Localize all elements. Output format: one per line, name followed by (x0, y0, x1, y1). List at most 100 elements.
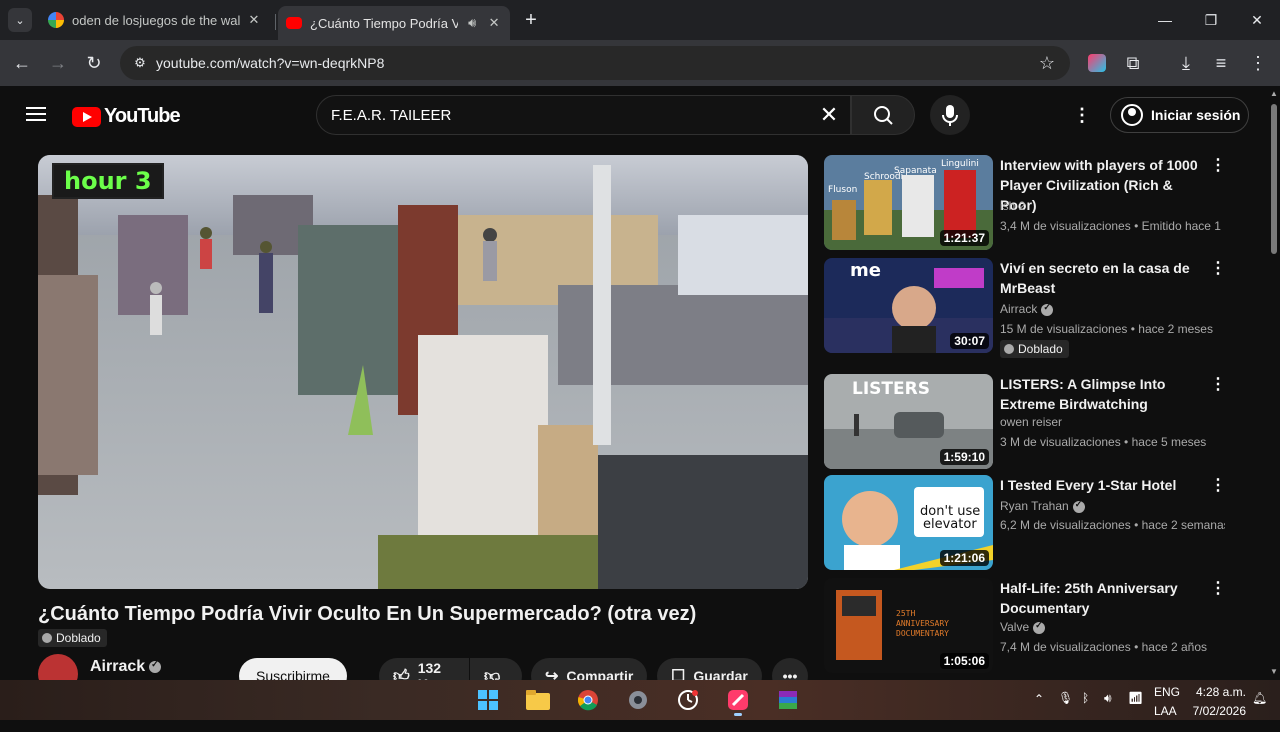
signin-button[interactable]: Iniciar sesión (1110, 97, 1249, 133)
recommendation-channel[interactable]: Valve (1000, 620, 1046, 634)
minimize-icon[interactable]: — (1150, 8, 1180, 32)
language-indicator[interactable]: ENG LAA (1154, 685, 1184, 725)
svg-text:LISTERS: LISTERS (852, 379, 930, 399)
recommendation-item[interactable]: don't use elevator 1:21:06 I Tested Ever… (824, 475, 1244, 571)
recommendation-title[interactable]: I Tested Every 1-Star Hotel (1000, 475, 1210, 495)
svg-text:Sapanata: Sapanata (894, 166, 937, 176)
duration-badge: 1:21:06 (939, 550, 989, 566)
bluetooth-icon[interactable]: ᛒ (1082, 691, 1096, 731)
video-title: ¿Cuánto Tiempo Podría Vivir Oculto En Un… (38, 603, 697, 625)
tab-title: oden de losjuegos de the walking (72, 12, 240, 28)
speaker-icon[interactable]: 🔊︎ (464, 15, 480, 31)
close-window-icon[interactable]: ✕ (1242, 8, 1272, 32)
voice-search-button[interactable] (930, 95, 970, 135)
settings-more-icon[interactable]: ⋮ (1070, 103, 1094, 127)
more-options-icon[interactable]: ⋮ (1210, 580, 1226, 600)
tab-search-button[interactable]: ⌄ (8, 8, 32, 32)
extension-app-icon[interactable] (1083, 49, 1111, 77)
dubbed-voice-icon (42, 633, 52, 643)
clear-search-icon[interactable]: ✕ (816, 102, 842, 128)
tab-title: ¿Cuánto Tiempo Podría Vivir (310, 15, 459, 31)
tray-mic-icon[interactable]: 🎙︎ (1058, 691, 1073, 731)
clock-app-icon[interactable] (672, 684, 704, 716)
scroll-down-icon[interactable]: ▼ (1270, 668, 1278, 676)
wifi-icon[interactable]: 📶︎ (1128, 691, 1146, 731)
svg-text:25TH: 25TH (896, 609, 915, 618)
scroll-up-icon[interactable]: ▲ (1270, 90, 1278, 98)
recommendation-item[interactable]: 25TH ANNIVERSARY DOCUMENTARY 1:05:06 Hal… (824, 578, 1244, 674)
recommendation-channel[interactable]: ish 2 (1000, 199, 1025, 213)
video-player[interactable]: hour 3 (38, 155, 808, 589)
recommendation-title[interactable]: Half-Life: 25th Anniversary Documentary (1000, 578, 1210, 618)
address-bar[interactable]: ⚙︎ youtube.com/watch?v=wn-deqrkNP8 ☆ (120, 46, 1070, 80)
browser-menu-icon[interactable]: ⋮ (1244, 49, 1272, 77)
thumbnail[interactable]: LISTERS 1:59:10 (824, 374, 993, 469)
recommendation-title[interactable]: LISTERS: A Glimpse Into Extreme Birdwatc… (1000, 374, 1210, 414)
signin-label: Iniciar sesión (1151, 107, 1241, 123)
recommendation-channel[interactable]: Ryan Trahan (1000, 499, 1085, 513)
volume-icon[interactable]: 🔊︎ (1104, 691, 1122, 731)
chrome-icon[interactable] (572, 684, 604, 716)
extensions-puzzle-icon[interactable]: ⧉ (1119, 49, 1147, 77)
forward-icon[interactable]: → (44, 49, 72, 77)
download-icon[interactable]: ⤓ (1172, 49, 1200, 77)
youtube-header: YouTube F.E.A.R. TAILEER ✕ ⋮ Iniciar ses… (0, 86, 1268, 144)
tab-youtube-video[interactable]: ¿Cuánto Tiempo Podría Vivir 🔊︎ ✕ (278, 6, 510, 40)
hamburger-menu-icon[interactable] (24, 103, 48, 127)
tab-walking-dead[interactable]: oden de losjuegos de the walking ✕ (40, 6, 270, 34)
youtube-logo[interactable]: YouTube (72, 105, 181, 128)
clock[interactable]: 4:28 a.m. 7/02/2026 (1188, 685, 1246, 725)
search-field[interactable]: F.E.A.R. TAILEER ✕ (316, 95, 851, 135)
duration-badge: 1:21:37 (939, 230, 989, 246)
active-app-icon[interactable] (722, 684, 754, 716)
thumbnail[interactable]: Lingulini Schroodi Sapanata Fluson 1:21:… (824, 155, 993, 250)
thumbnail[interactable]: 25TH ANNIVERSARY DOCUMENTARY 1:05:06 (824, 578, 993, 673)
close-tab-icon[interactable]: ✕ (486, 15, 502, 31)
verified-icon (1033, 620, 1046, 634)
reload-icon[interactable]: ↻ (80, 49, 108, 77)
more-options-icon[interactable]: ⋮ (1210, 157, 1226, 177)
recommendation-item[interactable]: me 30:07 Viví en secreto en la casa de M… (824, 258, 1244, 358)
site-info-icon[interactable]: ⚙︎ (128, 51, 152, 75)
recommendation-channel[interactable]: owen reiser (1000, 415, 1062, 429)
recommendation-item[interactable]: Lingulini Schroodi Sapanata Fluson 1:21:… (824, 155, 1244, 251)
new-tab-button[interactable]: + (520, 8, 542, 32)
windows-start-icon[interactable] (472, 684, 504, 716)
file-explorer-icon[interactable] (522, 684, 554, 716)
close-tab-icon[interactable]: ✕ (246, 12, 262, 28)
dubbed-badge: Doblado (1000, 340, 1069, 358)
browser-tab-strip: ⌄ oden de losjuegos de the walking ✕ ¿Cu… (0, 0, 1280, 40)
tray-overflow-icon[interactable]: ⌃ (1034, 692, 1048, 732)
winrar-icon[interactable] (772, 684, 804, 716)
thumbnail[interactable]: me 30:07 (824, 258, 993, 353)
recommendation-title[interactable]: Viví en secreto en la casa de MrBeast (1000, 258, 1210, 298)
youtube-icon (286, 17, 302, 29)
svg-text:elevator: elevator (923, 517, 977, 532)
settings-gear-icon[interactable] (622, 684, 654, 716)
channel-name[interactable]: Airrack (90, 658, 162, 676)
page-scrollbar[interactable]: ▲ ▼ (1268, 86, 1280, 680)
browser-toolbar: ← → ↻ ⚙︎ youtube.com/watch?v=wn-deqrkNP8… (0, 40, 1280, 86)
scrollbar-thumb[interactable] (1271, 104, 1277, 254)
search-button[interactable] (851, 95, 915, 135)
notification-bell-icon[interactable]: 🔔︎ (1252, 691, 1267, 731)
recommendation-title[interactable]: Interview with players of 1000 Player Ci… (1000, 155, 1210, 215)
recommendation-meta: 6,2 M de visualizaciones • hace 2 semana… (1000, 518, 1225, 532)
media-control-icon[interactable]: ≡ (1207, 49, 1235, 77)
more-options-icon[interactable]: ⋮ (1210, 376, 1226, 396)
url-text[interactable]: youtube.com/watch?v=wn-deqrkNP8 (156, 55, 384, 71)
search-input[interactable]: F.E.A.R. TAILEER (331, 107, 451, 124)
more-options-icon[interactable]: ⋮ (1210, 260, 1226, 280)
bookmark-star-icon[interactable]: ☆ (1034, 50, 1060, 76)
recommendation-item[interactable]: LISTERS 1:59:10 LISTERS: A Glimpse Into … (824, 374, 1244, 470)
restore-icon[interactable]: ❐ (1196, 8, 1226, 32)
keyboard-layout: LAA (1154, 704, 1177, 718)
recommendation-channel[interactable]: Airrack (1000, 302, 1054, 316)
thumbnail[interactable]: don't use elevator 1:21:06 (824, 475, 993, 570)
more-options-icon[interactable]: ⋮ (1210, 477, 1226, 497)
verified-icon (149, 659, 162, 673)
search-icon (874, 106, 893, 125)
svg-text:ANNIVERSARY: ANNIVERSARY (896, 619, 949, 628)
back-icon[interactable]: ← (8, 49, 36, 77)
recommendation-meta: 3 M de visualizaciones • hace 5 meses (1000, 435, 1207, 449)
